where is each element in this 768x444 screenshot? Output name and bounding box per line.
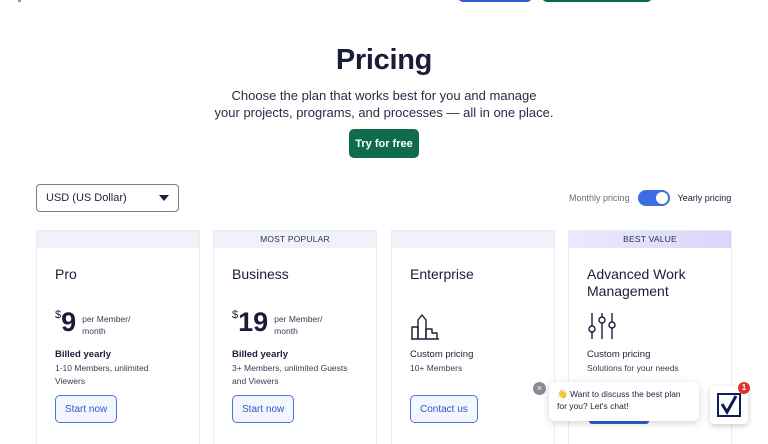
plan-description-line-2: Viewers xyxy=(55,375,86,386)
chat-prompt-bubble[interactable]: 👋 Want to discuss the best plan for you?… xyxy=(549,382,699,421)
switch-knob xyxy=(655,192,668,204)
chat-message-line-1: 👋 Want to discuss the best plan xyxy=(557,389,681,399)
plan-banner: MOST POPULAR xyxy=(214,231,376,248)
billing-note: Billed yearly xyxy=(232,349,288,360)
caret-down-icon xyxy=(159,195,169,201)
subtitle-line-1: Choose the plan that works best for you … xyxy=(231,88,537,103)
plan-description: 1-10 Members, unlimited Viewers xyxy=(55,362,187,387)
hero-section: Pricing Choose the plan that works best … xyxy=(0,44,768,121)
pricing-note: Custom pricing xyxy=(410,349,474,360)
price-amount: 9 xyxy=(61,307,77,337)
smartsheet-logo-icon xyxy=(717,393,741,417)
sliders-icon xyxy=(588,313,616,339)
price-period: per Member/ month xyxy=(274,313,322,337)
yearly-pricing-label[interactable]: Yearly pricing xyxy=(678,193,732,203)
start-now-button[interactable]: Start now xyxy=(232,395,295,423)
price-period-line-2: month xyxy=(82,326,106,336)
plan-price: $ 9 per Member/ month xyxy=(55,309,130,337)
plan-price: $ 19 per Member/ month xyxy=(232,309,322,337)
page-title: Pricing xyxy=(335,44,433,76)
billing-switch[interactable] xyxy=(637,190,670,206)
billing-note: Billed yearly xyxy=(55,349,111,360)
currency-select[interactable]: USD (US Dollar) xyxy=(36,184,179,212)
billing-toggle: Monthly pricing Yearly pricing xyxy=(569,190,731,206)
subtitle-line-2: your projects, programs, and processes —… xyxy=(214,105,554,120)
plan-card-enterprise: Enterprise Custom pricing 10+ Members Co… xyxy=(391,230,555,444)
plan-card-pro: Pro $ 9 per Member/ month Billed yearly … xyxy=(36,230,200,444)
plan-name: Enterprise xyxy=(410,266,474,282)
plan-name: Pro xyxy=(55,266,77,282)
plan-description: Solutions for your needs xyxy=(587,363,679,373)
pricing-note: Custom pricing xyxy=(587,349,651,360)
plan-name-line-1: Advanced Work xyxy=(587,266,686,282)
plan-name: Business xyxy=(232,266,289,282)
plan-description-line-2: and Viewers xyxy=(232,375,279,386)
page-subtitle: Choose the plan that works best for you … xyxy=(0,87,768,121)
plan-banner: BEST VALUE xyxy=(569,231,731,248)
plan-description-line-1: 3+ Members, unlimited Guests xyxy=(232,363,348,373)
currency-select-value: USD (US Dollar) xyxy=(46,192,127,204)
plan-description-line-1: 1-10 Members, unlimited xyxy=(55,363,149,373)
top-nav-remnant xyxy=(0,0,768,4)
plan-description: 10+ Members xyxy=(410,363,463,373)
building-icon xyxy=(411,314,439,340)
plan-name-line-2: Management xyxy=(587,283,669,299)
plan-card-business: MOST POPULAR Business $ 19 per Member/ m… xyxy=(213,230,377,444)
price-amount: 19 xyxy=(238,307,269,337)
plan-banner xyxy=(37,231,199,248)
monthly-pricing-label[interactable]: Monthly pricing xyxy=(569,193,630,203)
contact-us-button[interactable]: Contact us xyxy=(410,395,478,423)
plan-banner xyxy=(392,231,554,248)
nav-dot xyxy=(18,0,21,2)
chat-close-icon[interactable]: × xyxy=(533,382,546,395)
price-period-line-1: per Member/ xyxy=(82,314,131,324)
plan-name: Advanced Work Management xyxy=(587,266,686,300)
nav-button-partial-green[interactable] xyxy=(542,0,652,2)
plan-description: 3+ Members, unlimited Guests and Viewers xyxy=(232,362,364,387)
start-now-button[interactable]: Start now xyxy=(55,395,118,423)
try-for-free-button[interactable]: Try for free xyxy=(349,129,419,158)
notification-badge: 1 xyxy=(738,382,750,394)
price-period-line-1: per Member/ xyxy=(274,314,323,324)
price-period-line-2: month xyxy=(274,326,298,336)
price-period: per Member/ month xyxy=(82,313,130,337)
chat-message-line-2: for you? Let's chat! xyxy=(557,401,629,411)
nav-button-partial-blue[interactable] xyxy=(458,0,532,2)
